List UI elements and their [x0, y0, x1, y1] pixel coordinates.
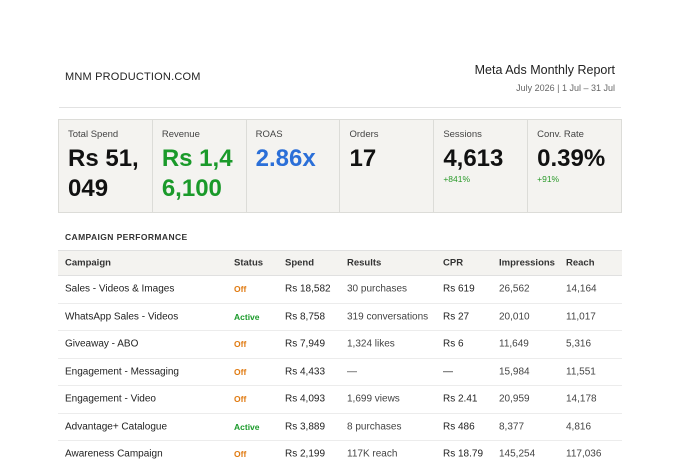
- kpi-roas: ROAS 2.86x: [247, 120, 341, 212]
- kpi-delta: +841%: [443, 174, 471, 184]
- table-row[interactable]: Giveaway - ABO Off Rs 7,949 1,324 likes …: [58, 331, 622, 359]
- results-value: 319 conversations: [347, 311, 429, 323]
- kpi-label: Conv. Rate: [537, 129, 584, 140]
- reach-value: 11,551: [566, 366, 596, 378]
- kpi-total-spend: Total Spend Rs 51,049: [59, 120, 153, 212]
- campaign-name: WhatsApp Sales - Videos: [65, 311, 179, 323]
- reach-value: 11,017: [566, 311, 596, 323]
- status-badge: Active: [234, 311, 260, 322]
- column-header-spend[interactable]: Spend: [285, 258, 314, 269]
- kpi-label: Orders: [349, 129, 379, 140]
- kpi-sessions: Sessions 4,613 +841%: [434, 120, 529, 212]
- campaign-name: Advantage+ Catalogue: [65, 421, 168, 433]
- kpi-value: Rs 1,46,100: [161, 145, 233, 202]
- kpi-value: 17: [349, 145, 377, 172]
- reach-value: 14,164: [566, 283, 597, 295]
- campaign-name: Giveaway - ABO: [65, 338, 139, 350]
- kpi-value: 2.86x: [255, 145, 316, 172]
- impressions-value: 20,010: [499, 311, 530, 323]
- column-header-impressions[interactable]: Impressions: [499, 258, 555, 269]
- results-value: 8 purchases: [347, 421, 402, 433]
- kpi-label: Sessions: [443, 129, 482, 140]
- table-row[interactable]: WhatsApp Sales - Videos Active Rs 8,758 …: [58, 304, 622, 331]
- table-row[interactable]: Awareness Campaign Off Rs 2,199 117K rea…: [58, 441, 622, 459]
- status-badge: Off: [234, 394, 247, 405]
- kpi-delta: +91%: [537, 174, 560, 184]
- status-badge: Off: [234, 339, 247, 350]
- kpi-value: 0.39%: [537, 145, 606, 172]
- table-row[interactable]: Sales - Videos & Images Off Rs 18,582 30…: [58, 276, 622, 304]
- cpr-value: —: [443, 366, 453, 378]
- impressions-value: 26,562: [499, 283, 530, 295]
- column-header-reach[interactable]: Reach: [566, 258, 595, 269]
- spend-value: Rs 4,433: [285, 366, 326, 378]
- table-header-row: Campaign Status Spend Results CPR Impres…: [58, 251, 622, 276]
- reach-value: 117,036: [566, 448, 602, 459]
- reach-value: 5,316: [566, 338, 592, 350]
- spend-value: Rs 4,093: [285, 393, 326, 405]
- impressions-value: 145,254: [499, 448, 536, 459]
- kpi-label: ROAS: [255, 129, 283, 140]
- column-header-results[interactable]: Results: [347, 258, 381, 269]
- table-row[interactable]: Engagement - Video Off Rs 4,093 1,699 vi…: [58, 386, 622, 414]
- campaign-name: Engagement - Messaging: [65, 366, 179, 378]
- spend-value: Rs 2,199: [285, 448, 326, 459]
- column-header-status[interactable]: Status: [234, 258, 263, 269]
- reach-value: 14,178: [566, 393, 597, 405]
- kpi-label: Total Spend: [68, 129, 119, 140]
- spend-value: Rs 3,889: [285, 421, 326, 433]
- status-badge: Off: [234, 449, 247, 459]
- cpr-value: Rs 619: [443, 283, 475, 295]
- report-header: MNM PRODUCTION.COM Meta Ads Monthly Repo…: [59, 58, 621, 108]
- results-value: 1,699 views: [347, 393, 400, 405]
- cpr-value: Rs 486: [443, 421, 475, 433]
- cpr-value: Rs 6: [443, 338, 464, 350]
- cpr-value: Rs 27: [443, 311, 470, 323]
- results-value: 30 purchases: [347, 283, 408, 295]
- cpr-value: Rs 18.79: [443, 448, 484, 459]
- status-badge: Active: [234, 421, 260, 432]
- results-value: 1,324 likes: [347, 338, 395, 350]
- campaign-name: Sales - Videos & Images: [65, 283, 175, 295]
- status-badge: Off: [234, 366, 247, 377]
- impressions-value: 15,984: [499, 366, 530, 378]
- status-badge: Off: [234, 284, 247, 295]
- report-period: July 2026 | 1 Jul – 31 Jul: [516, 83, 615, 93]
- table-row[interactable]: Advantage+ Catalogue Active Rs 3,889 8 p…: [58, 414, 622, 441]
- results-value: 117K reach: [347, 448, 398, 459]
- report-title: Meta Ads Monthly Report: [474, 63, 615, 77]
- kpi-orders: Orders 17: [340, 120, 435, 212]
- kpi-value: Rs 51,049: [68, 145, 139, 202]
- kpi-strip: Total Spend Rs 51,049 Revenue Rs 1,46,10…: [58, 119, 622, 213]
- campaign-name: Awareness Campaign: [65, 448, 163, 459]
- impressions-value: 11,649: [499, 338, 529, 350]
- spend-value: Rs 8,758: [285, 311, 326, 323]
- table-row[interactable]: Engagement - Messaging Off Rs 4,433 — — …: [58, 359, 622, 386]
- brand-name: MNM PRODUCTION.COM: [65, 71, 201, 83]
- spend-value: Rs 7,949: [285, 338, 326, 350]
- campaign-table: Campaign Status Spend Results CPR Impres…: [58, 250, 622, 459]
- reach-value: 4,816: [566, 421, 592, 433]
- section-title: CAMPAIGN PERFORMANCE: [65, 232, 188, 242]
- kpi-label: Revenue: [161, 129, 200, 140]
- column-header-cpr[interactable]: CPR: [443, 258, 463, 269]
- kpi-value: 4,613: [443, 145, 504, 172]
- cpr-value: Rs 2.41: [443, 393, 478, 405]
- kpi-conv-rate: Conv. Rate 0.39% +91%: [528, 120, 621, 212]
- impressions-value: 8,377: [499, 421, 525, 433]
- kpi-revenue: Revenue Rs 1,46,100: [153, 120, 247, 212]
- impressions-value: 20,959: [499, 393, 530, 405]
- results-value: —: [347, 366, 357, 378]
- campaign-name: Engagement - Video: [65, 393, 156, 405]
- column-header-campaign[interactable]: Campaign: [65, 258, 111, 269]
- spend-value: Rs 18,582: [285, 283, 331, 295]
